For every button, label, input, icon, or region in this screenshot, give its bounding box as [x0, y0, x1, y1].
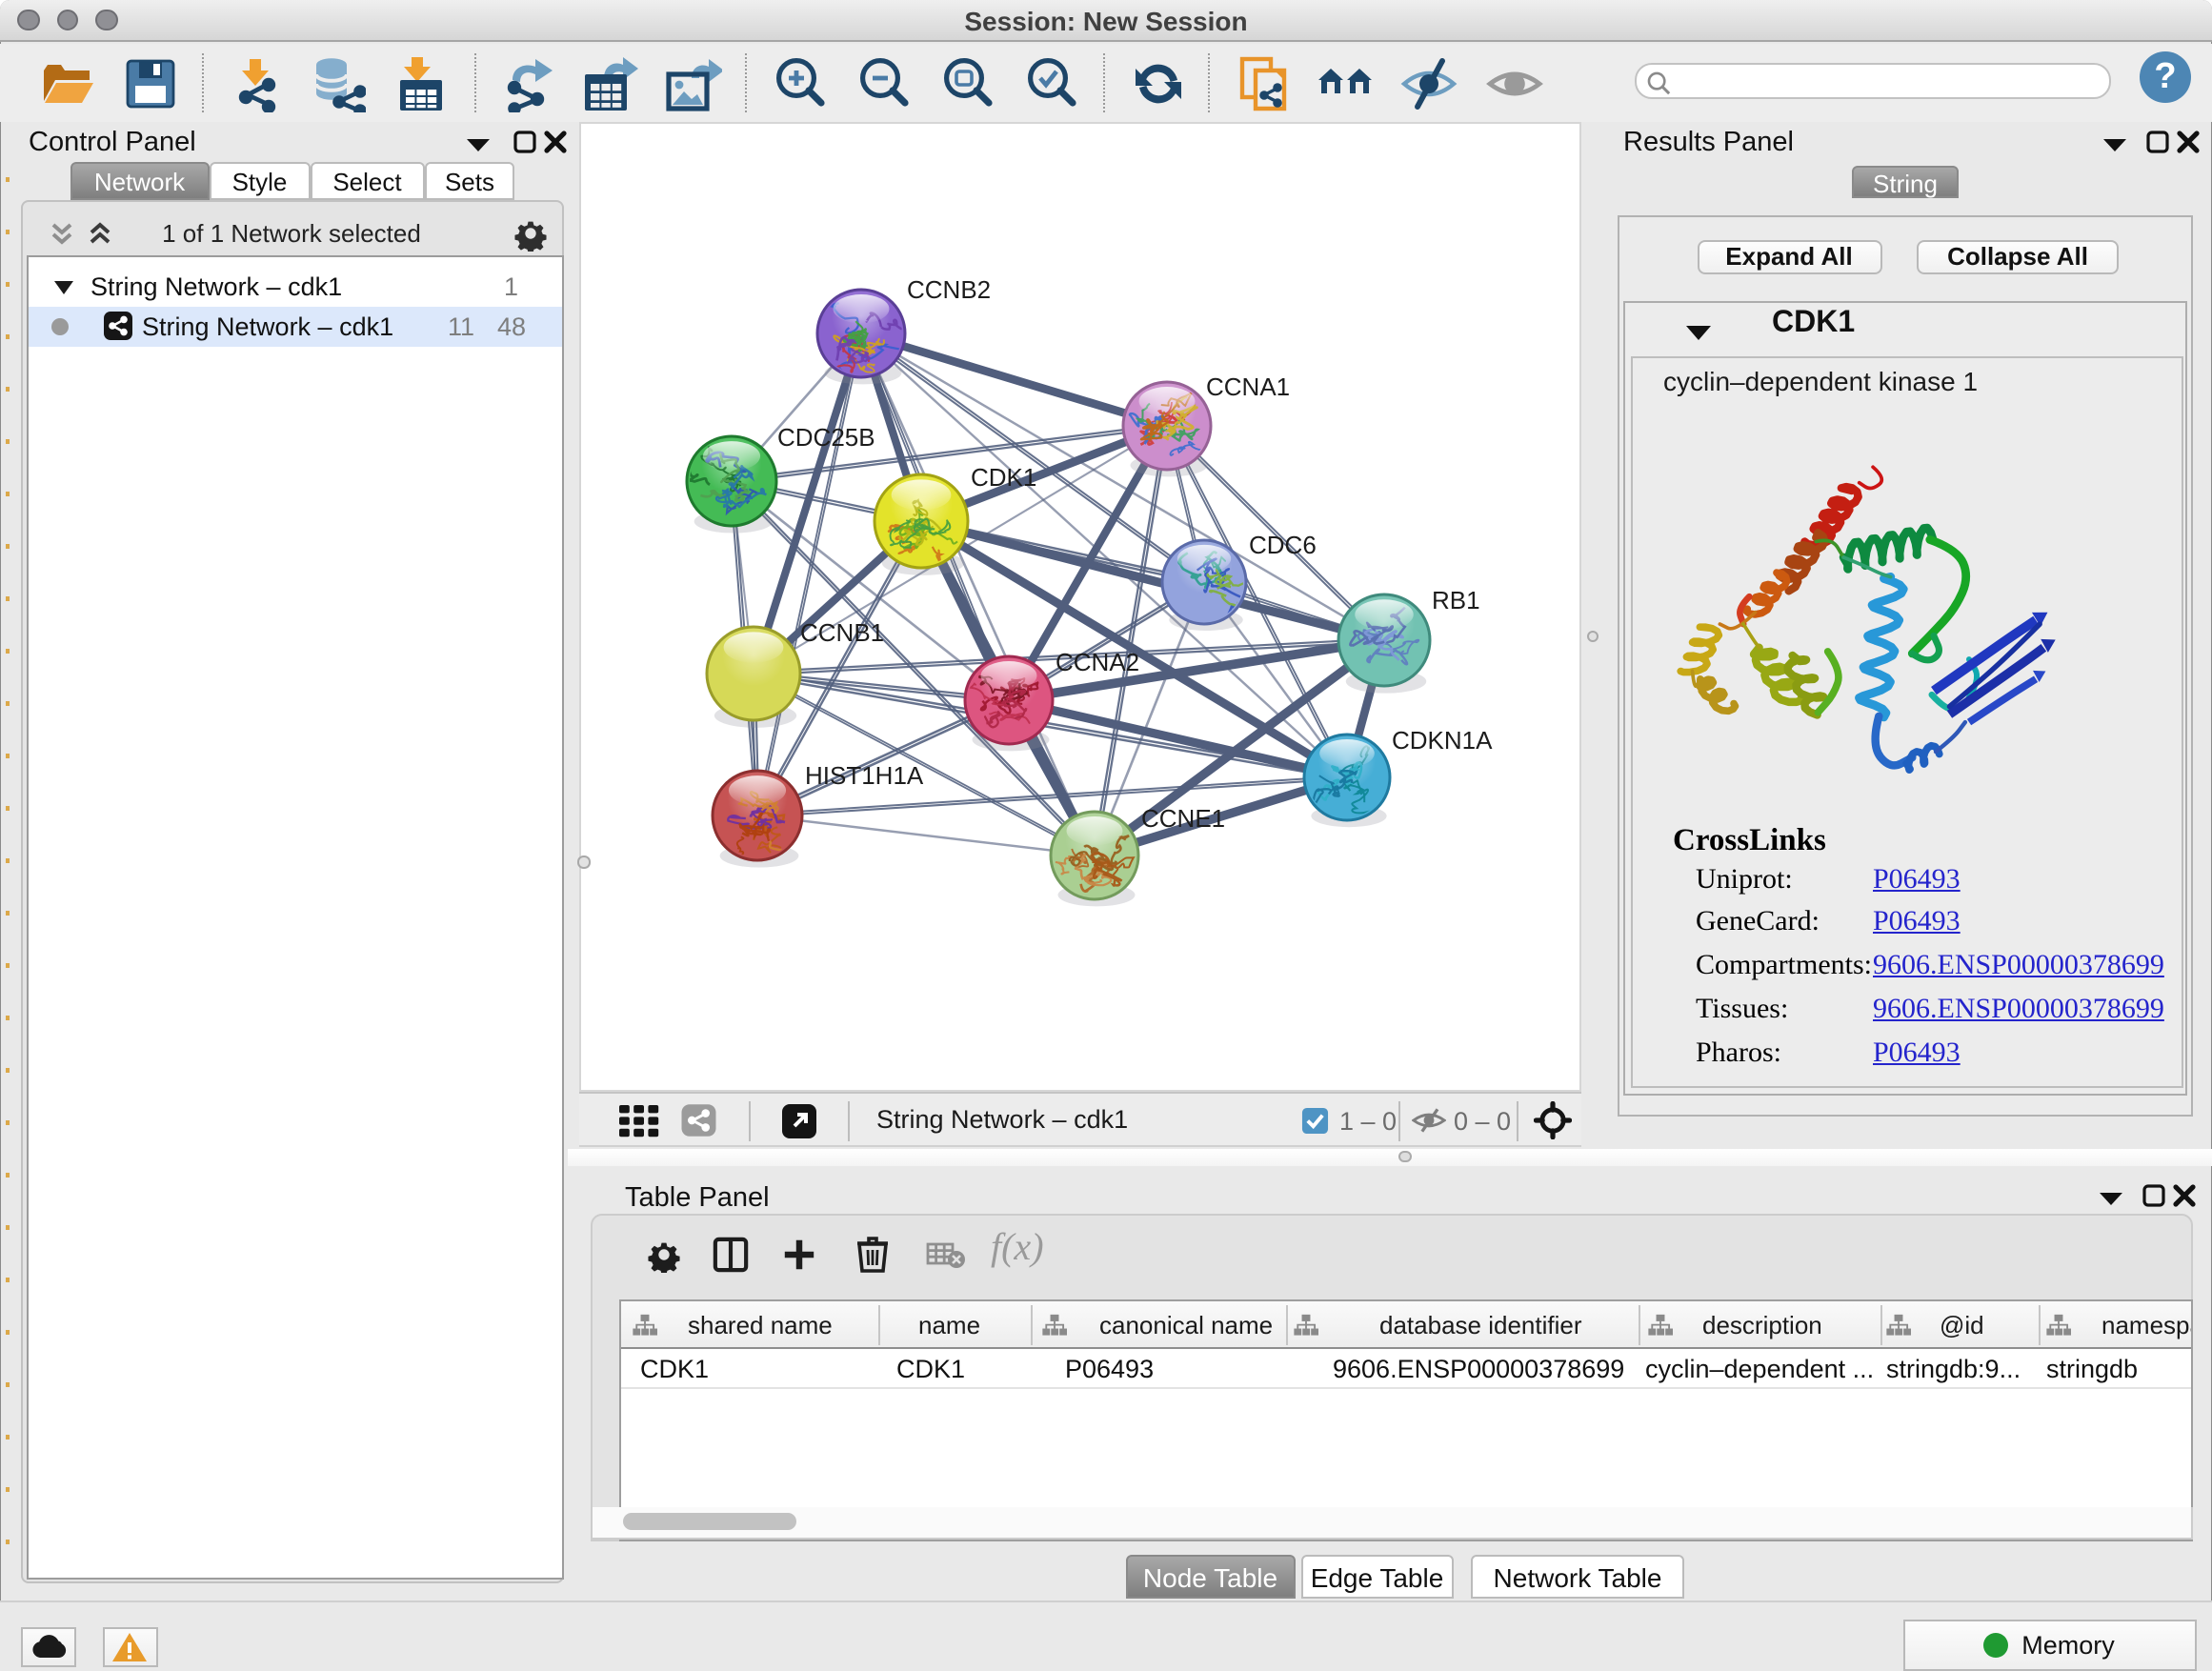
- svg-text:CDK1: CDK1: [971, 462, 1036, 491]
- svg-text:CCNE1: CCNE1: [1141, 803, 1225, 832]
- svg-text:CCNA2: CCNA2: [1056, 647, 1139, 675]
- svg-text:CCNA1: CCNA1: [1206, 372, 1290, 400]
- svg-text:CCNB2: CCNB2: [907, 274, 991, 303]
- svg-text:HIST1H1A: HIST1H1A: [805, 760, 924, 789]
- svg-text:CDC6: CDC6: [1249, 530, 1317, 558]
- svg-text:CDC25B: CDC25B: [777, 422, 875, 451]
- svg-text:CDKN1A: CDKN1A: [1392, 725, 1493, 754]
- svg-text:RB1: RB1: [1432, 585, 1480, 614]
- svg-text:CCNB1: CCNB1: [800, 617, 884, 646]
